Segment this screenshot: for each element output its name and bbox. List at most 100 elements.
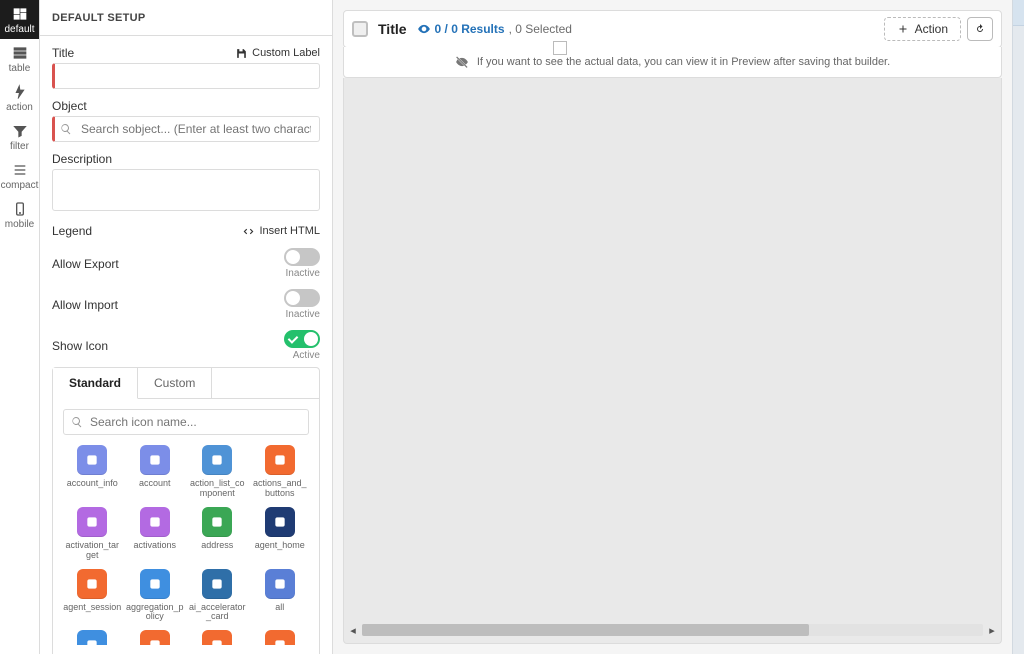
icon-option[interactable]: activation_target [63, 507, 122, 561]
icon-option[interactable]: account [126, 445, 185, 499]
title-field: Title Custom Label [52, 46, 320, 89]
show-icon-toggle[interactable] [284, 330, 320, 348]
icon-option[interactable] [126, 630, 185, 645]
icon-option[interactable]: agent_home [251, 507, 310, 561]
rail-item-table[interactable]: table [0, 39, 39, 78]
icon-option[interactable] [188, 630, 247, 645]
gutter-tab[interactable] [1013, 0, 1024, 26]
allow-import-label: Allow Import [52, 298, 118, 312]
object-field: Object [52, 99, 320, 142]
show-icon-caption: Active [293, 350, 320, 361]
show-icon-label: Show Icon [52, 339, 108, 353]
icon-label: aggregation_policy [126, 603, 185, 623]
icon-swatch [140, 569, 170, 599]
setup-panel: DEFAULT SETUP Title Custom Label Object [40, 0, 333, 654]
icon-search-input[interactable] [63, 409, 309, 435]
legend-label: Legend [52, 224, 92, 238]
allow-export-toggle[interactable] [284, 248, 320, 266]
search-icon [60, 123, 72, 135]
scroll-track[interactable] [362, 624, 983, 636]
column-resize-handle[interactable] [553, 41, 567, 55]
refresh-button[interactable] [967, 17, 993, 41]
icon-label: account [139, 479, 171, 489]
icon-swatch [265, 569, 295, 599]
add-action-button[interactable]: Action [884, 17, 961, 41]
custom-label-text: Custom Label [252, 47, 320, 59]
scroll-thumb[interactable] [362, 624, 809, 636]
icon-option[interactable]: action_list_component [188, 445, 247, 499]
icon-option[interactable]: actions_and_buttons [251, 445, 310, 499]
icon-swatch [77, 630, 107, 645]
title-label: Title [52, 46, 74, 60]
icon-grid-scroll[interactable]: account_info account action_list_component… [63, 445, 309, 645]
icon-label: all [275, 603, 284, 613]
allow-import-caption: Inactive [286, 309, 320, 320]
icon-label: actions_and_buttons [251, 479, 310, 499]
icon-swatch [140, 630, 170, 645]
results-count: 0 / 0 Results [435, 22, 505, 36]
show-icon-row: Show Icon Active [52, 330, 320, 361]
icon-label: activations [133, 541, 176, 551]
icon-option[interactable] [63, 630, 122, 645]
allow-export-label: Allow Export [52, 257, 119, 271]
scroll-left-icon[interactable]: ◂ [348, 624, 358, 637]
icon-option[interactable] [251, 630, 310, 645]
insert-html-button[interactable]: Insert HTML [242, 225, 320, 238]
icon-swatch [265, 507, 295, 537]
allow-import-toggle[interactable] [284, 289, 320, 307]
preview-hint: If you want to see the actual data, you … [343, 47, 1002, 78]
rail-item-compact[interactable]: compact [0, 156, 39, 195]
icon-option[interactable]: ai_accelerator_card [188, 569, 247, 623]
rail-item-action[interactable]: action [0, 78, 39, 117]
icon-label: account_info [67, 479, 118, 489]
stage: Title 0 / 0 Results, 0 Selected Action I… [343, 10, 1002, 654]
select-all-checkbox[interactable] [352, 21, 368, 37]
scroll-right-icon[interactable]: ▸ [987, 624, 997, 637]
tab-custom[interactable]: Custom [138, 368, 212, 398]
tab-standard[interactable]: Standard [53, 368, 138, 399]
icon-label: address [201, 541, 233, 551]
icon-option[interactable]: all [251, 569, 310, 623]
selected-count: , 0 Selected [509, 22, 572, 36]
icon-option[interactable]: activations [126, 507, 185, 561]
custom-label-button[interactable]: Custom Label [235, 47, 320, 60]
icon-picker: Standard Custom account_info account actio… [52, 367, 320, 654]
icon-swatch [77, 507, 107, 537]
object-search-input[interactable] [52, 116, 320, 142]
icon-label: activation_target [63, 541, 122, 561]
description-input[interactable] [52, 169, 320, 211]
icon-swatch [265, 630, 295, 645]
action-label: Action [915, 22, 948, 36]
setup-title: DEFAULT SETUP [52, 12, 146, 24]
title-input[interactable] [52, 63, 320, 89]
nav-rail: defaulttableactionfiltercompactmobile [0, 0, 40, 654]
allow-export-row: Allow Export Inactive [52, 248, 320, 279]
eye-icon [417, 22, 431, 36]
icon-option[interactable]: agent_session [63, 569, 122, 623]
icon-label: agent_home [255, 541, 305, 551]
icon-swatch [140, 445, 170, 475]
icon-swatch [77, 569, 107, 599]
rail-item-default[interactable]: default [0, 0, 39, 39]
canvas: ◂ ▸ [343, 78, 1002, 644]
description-field: Description [52, 152, 320, 214]
icon-swatch [202, 507, 232, 537]
setup-body: Title Custom Label Object Description Le… [40, 36, 332, 654]
icon-option[interactable]: account_info [63, 445, 122, 499]
description-label: Description [52, 152, 112, 166]
icon-swatch [77, 445, 107, 475]
allow-import-row: Allow Import Inactive [52, 289, 320, 320]
rail-item-filter[interactable]: filter [0, 117, 39, 156]
plus-icon [897, 23, 909, 35]
preview-hint-text: If you want to see the actual data, you … [477, 56, 890, 68]
icon-option[interactable]: address [188, 507, 247, 561]
icon-label: action_list_component [188, 479, 247, 499]
icon-swatch [265, 445, 295, 475]
horizontal-scrollbar[interactable]: ◂ ▸ [348, 623, 997, 637]
rail-item-mobile[interactable]: mobile [0, 195, 39, 234]
allow-export-caption: Inactive [286, 268, 320, 279]
icon-swatch [202, 445, 232, 475]
insert-html-text: Insert HTML [259, 225, 320, 237]
right-gutter [1012, 0, 1024, 654]
icon-option[interactable]: aggregation_policy [126, 569, 185, 623]
